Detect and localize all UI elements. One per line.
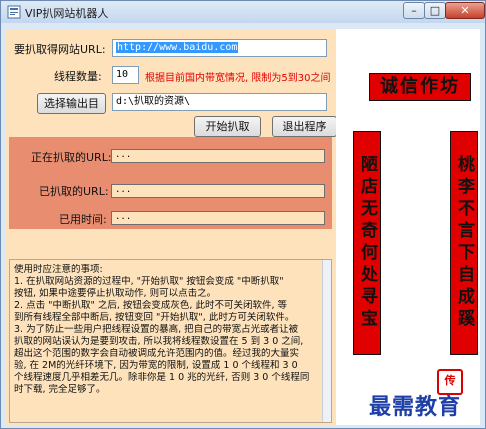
start-button[interactable]: 开始扒取 — [194, 116, 261, 137]
notes-line: 时下载, 完全足够了。 — [14, 384, 106, 395]
notes-line: 超出这个范围的数字会自动被调成允许范围内的值。经过我的大量实 — [14, 348, 300, 359]
couplet-left: 陋店无奇何处寻宝 — [353, 131, 381, 355]
close-button[interactable]: ✕ — [445, 2, 485, 19]
url-value: http://www.baidu.com — [116, 42, 239, 53]
notes-line: 个线程速度几乎相差无几。除非你是 1 0 兆的光纤, 否则 3 0 个线程同 — [14, 372, 310, 383]
window-title: VIP扒网站机器人 — [25, 7, 109, 20]
notes-line: 2. 点击 "中断扒取" 之后, 按钮会变成灰色, 此时不可关闭软件, 等 — [14, 300, 287, 311]
done-url-label: 已扒取的URL: — [39, 185, 109, 198]
output-dir-input[interactable]: d:\扒取的资源\ — [112, 93, 327, 111]
close-icon: ✕ — [460, 4, 470, 17]
notes-line: 1. 在扒取网站资源的过程中, "开始扒取" 按钮会变成 "中断扒取" — [14, 276, 284, 287]
app-window: VIP扒网站机器人 – □ ✕ 要扒取得网站URL: http://www.ba… — [0, 0, 486, 429]
client-area: 要扒取得网站URL: http://www.baidu.com 线程数量: 10… — [6, 29, 480, 425]
minimize-button[interactable]: – — [403, 2, 425, 19]
notes-scrollbar[interactable] — [322, 260, 331, 422]
elapsed-field: ... — [111, 211, 325, 225]
decor-panel: 诚信作坊 陋店无奇何处寻宝 桃李不言下自成蹊 传 — [336, 29, 480, 425]
notes-line: 到所有线程全部中断后, 按钮变回 "开始扒取", 此时方可关闭软件。 — [14, 312, 295, 323]
control-panel: 要扒取得网站URL: http://www.baidu.com 线程数量: 10… — [6, 29, 337, 425]
couplet-right: 桃李不言下自成蹊 — [450, 131, 478, 355]
current-url-field: ... — [111, 149, 325, 163]
elapsed-label: 已用时间: — [59, 213, 107, 226]
threads-label: 线程数量: — [54, 70, 102, 83]
maximize-button[interactable]: □ — [424, 2, 446, 19]
notes-line: 扒取的网站误认为是要到攻击, 所以我将线程数设置在 5 到 3 0 之间, — [14, 336, 304, 347]
notes-line: 使用时应注意的事项: — [14, 264, 103, 275]
url-label: 要扒取得网站URL: — [14, 43, 106, 56]
threads-input[interactable]: 10 — [112, 66, 139, 84]
current-url-label: 正在扒取的URL: — [31, 151, 112, 164]
notes-textbox[interactable]: 使用时应注意的事项: 1. 在扒取网站资源的过程中, "开始扒取" 按钮会变成 … — [9, 259, 332, 423]
notes-line: 验, 在 2M的光纤环境下, 因为带宽的限制, 设置成 1 0 个线程和 3 0 — [14, 360, 298, 371]
choose-output-dir-button[interactable]: 选择输出目 — [37, 93, 106, 114]
app-icon — [7, 5, 21, 19]
title-bar: VIP扒网站机器人 – □ ✕ — [1, 1, 485, 23]
horizontal-scroll-banner: 诚信作坊 — [369, 73, 471, 101]
notes-line: 3. 为了防止一些用户把线程设置的暴高, 把自己的带宽占光或者让被 — [14, 324, 299, 335]
done-url-field: ... — [111, 184, 325, 198]
url-input[interactable]: http://www.baidu.com — [112, 39, 327, 57]
watermark: 最需教育 — [369, 394, 462, 420]
status-panel: 正在扒取的URL: ... 已扒取的URL: ... 已用时间: ... — [9, 137, 332, 229]
maximize-icon: □ — [429, 4, 441, 17]
threads-note: 根据目前国内带宽情况, 限制为5到30之间 — [145, 73, 331, 84]
notes-line: 按钮, 如果中途要停止扒取动作, 则可以点击之。 — [14, 288, 217, 299]
exit-button[interactable]: 退出程序 — [272, 116, 337, 137]
minimize-icon: – — [411, 4, 417, 17]
notes-text: 使用时应注意的事项: 1. 在扒取网站资源的过程中, "开始扒取" 按钮会变成 … — [14, 264, 327, 396]
